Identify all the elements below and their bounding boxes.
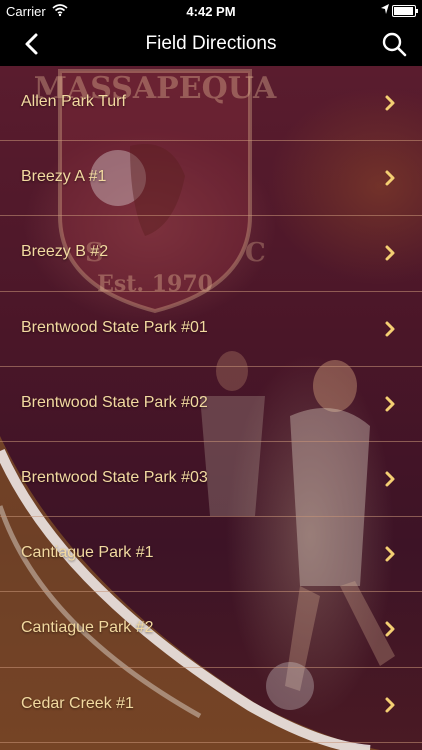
list-item-label: Brentwood State Park #01 — [21, 318, 208, 336]
chevron-right-icon — [385, 621, 395, 637]
chevron-right-icon — [385, 321, 395, 337]
list-item-label: Breezy B #2 — [21, 243, 109, 261]
chevron-right-icon — [385, 546, 395, 562]
chevron-right-icon — [385, 95, 395, 111]
list-item[interactable]: Allen Park Turf — [0, 66, 422, 142]
list-item[interactable]: Brentwood State Park #03 — [0, 442, 422, 518]
list-item[interactable]: Brentwood State Park #02 — [0, 367, 422, 442]
list-item-label: Breezy A #1 — [21, 168, 107, 186]
list-item-label: Cedar Creek #1 — [21, 694, 134, 712]
chevron-right-icon — [385, 697, 395, 712]
search-button[interactable] — [380, 30, 408, 58]
chevron-right-icon — [385, 471, 395, 487]
chevron-right-icon — [385, 396, 395, 412]
list-item-label: Brentwood State Park #02 — [21, 393, 208, 411]
page-title: Field Directions — [145, 33, 277, 54]
list-item[interactable]: Cantiague Park #1 — [0, 517, 422, 593]
list-item-label: Cantiague Park #1 — [21, 544, 154, 562]
chevron-right-icon — [385, 170, 395, 186]
navigation-bar: Field Directions — [0, 22, 422, 66]
location-icon — [380, 3, 390, 18]
field-list: Allen Park Turf Breezy A #1 Breezy B #2 Bre… — [0, 66, 422, 743]
clock: 4:42 PM — [186, 4, 236, 19]
status-bar: Carrier 4:42 PM — [0, 0, 422, 22]
list-item[interactable]: Cantiague Park #2 — [0, 592, 422, 668]
list-item-label: Brentwood State Park #03 — [21, 468, 208, 486]
chevron-right-icon — [385, 245, 395, 261]
list-item[interactable]: Breezy B #2 — [0, 216, 422, 292]
battery-icon — [392, 5, 418, 17]
list-item-label: Cantiague Park #2 — [21, 619, 154, 637]
search-icon — [382, 32, 407, 57]
list-item-label: Allen Park Turf — [21, 93, 126, 110]
list-item[interactable]: Breezy A #1 — [0, 141, 422, 217]
list-item[interactable]: Cedar Creek #1 — [0, 668, 422, 743]
list-item[interactable]: Brentwood State Park #01 — [0, 292, 422, 367]
battery-fill — [394, 7, 413, 15]
